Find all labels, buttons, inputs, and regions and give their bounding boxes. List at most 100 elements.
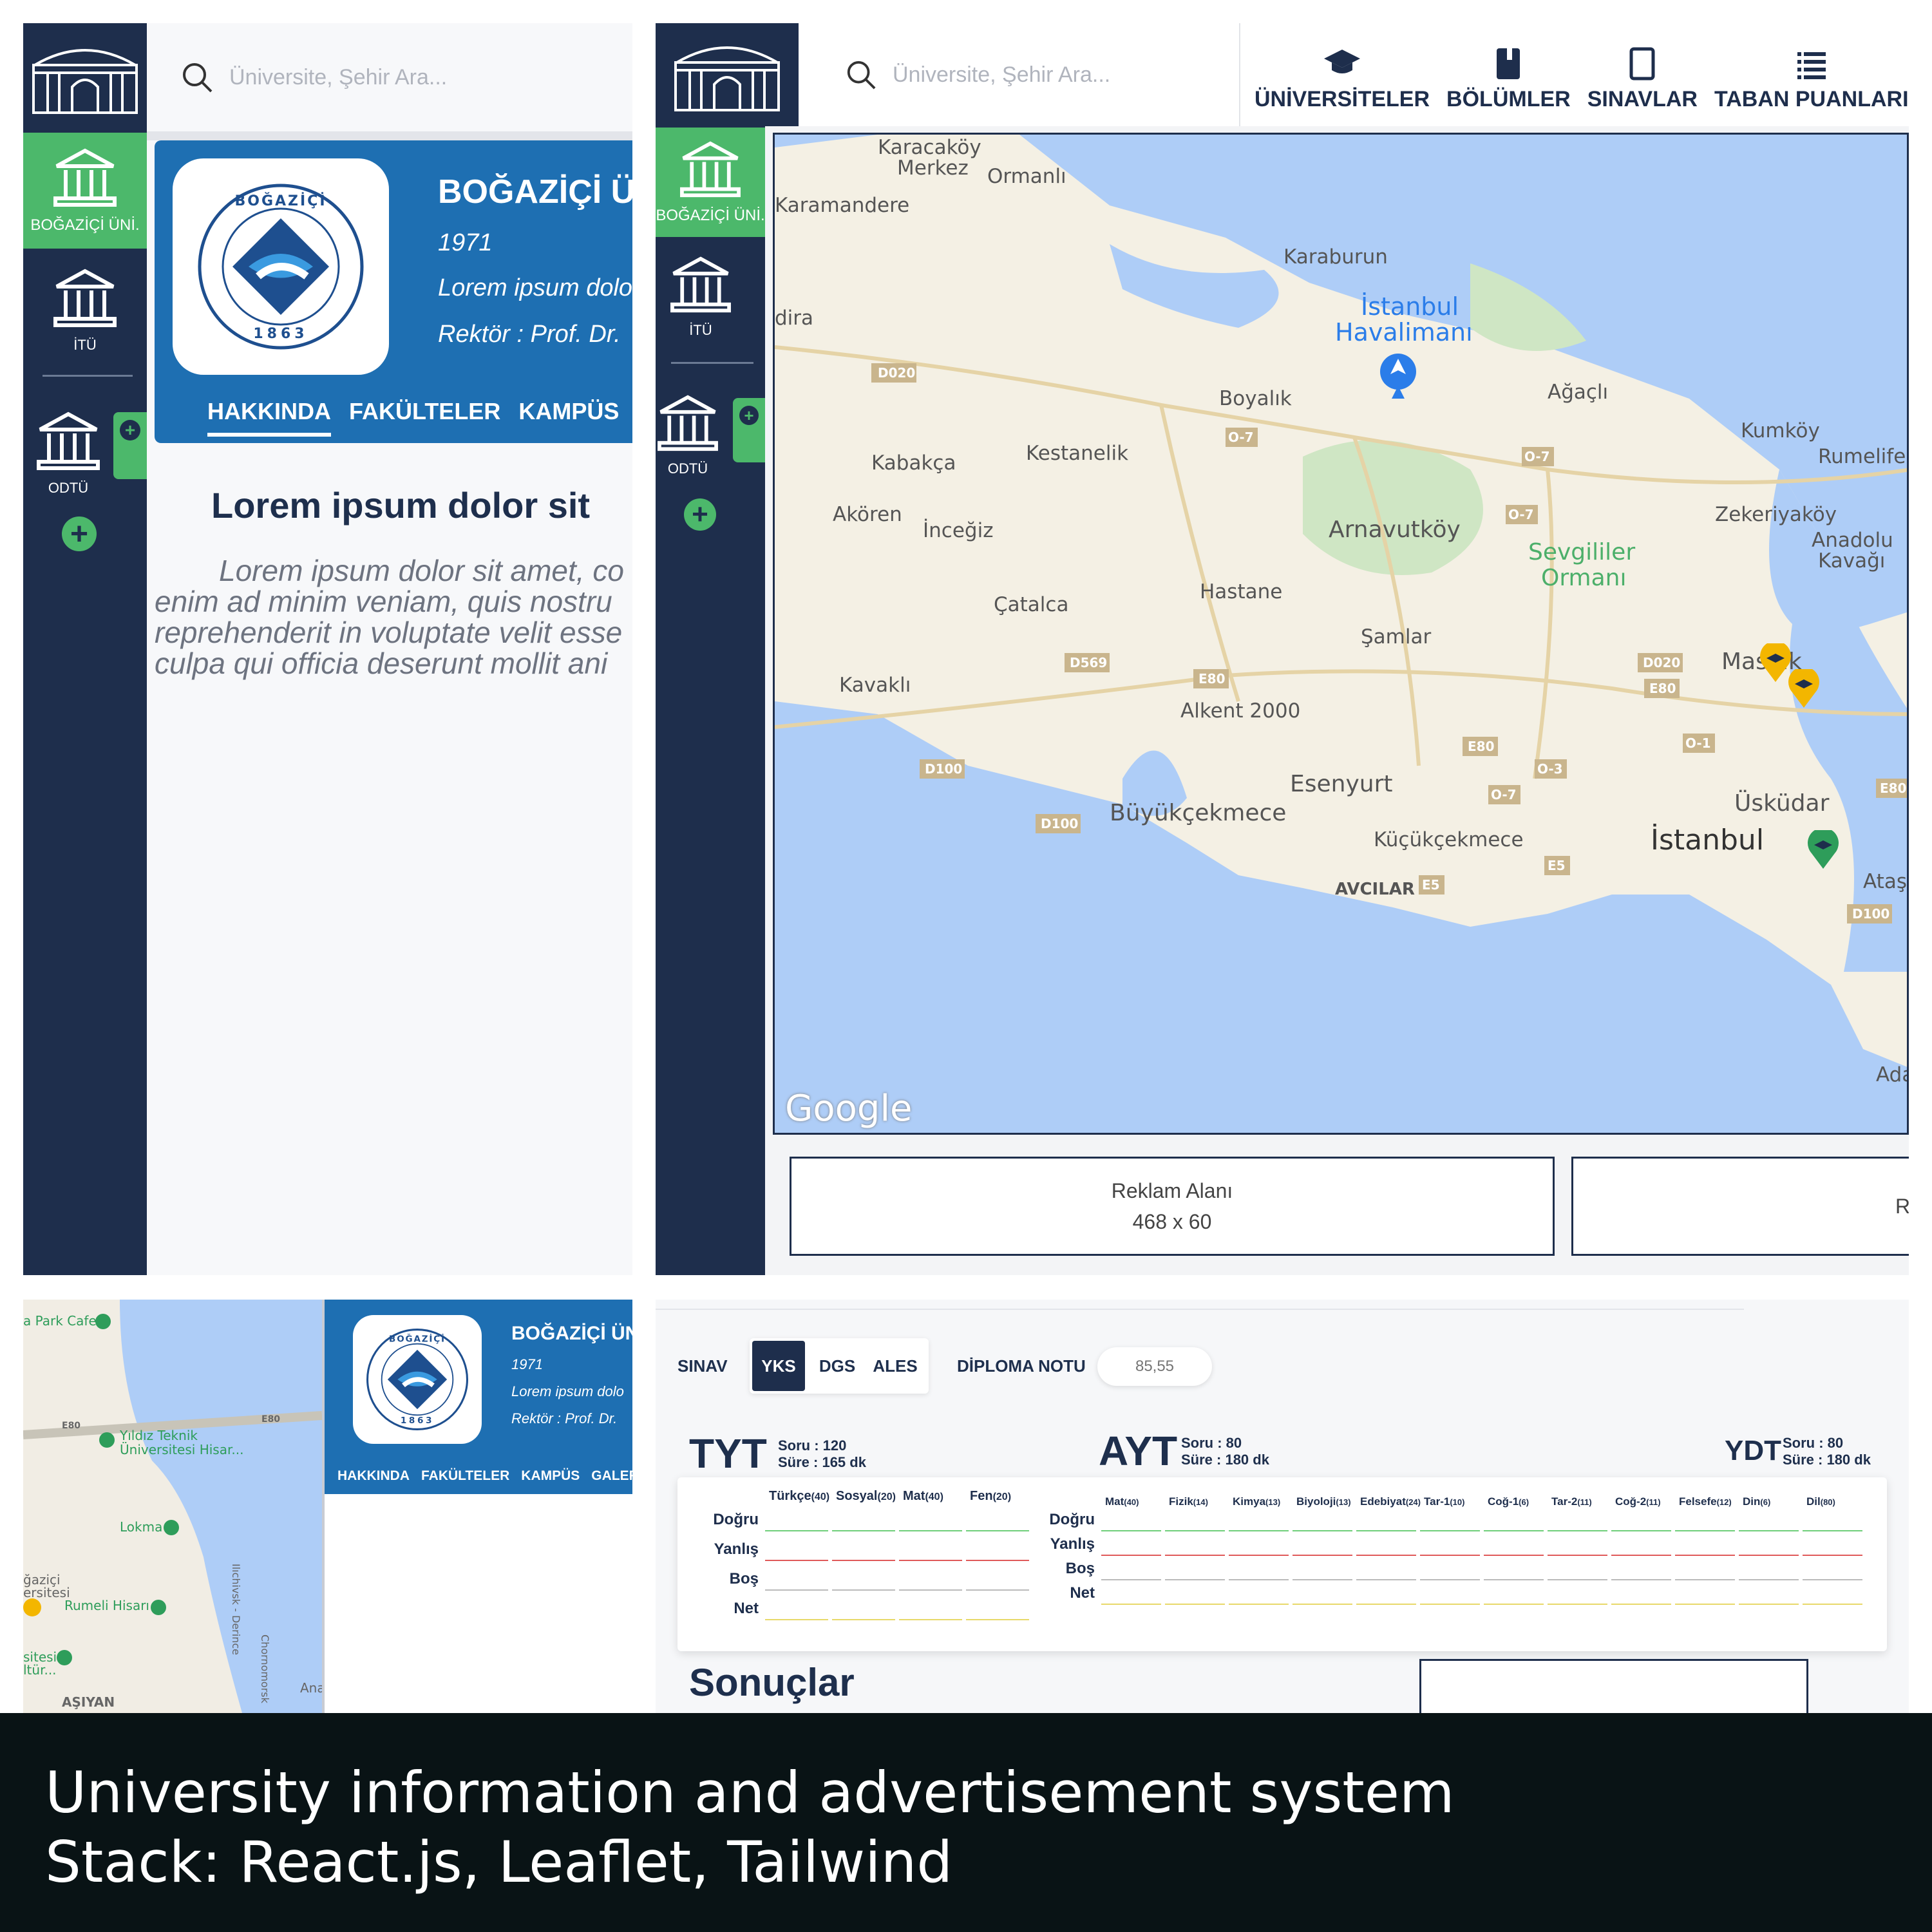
score-input-line xyxy=(1356,1555,1416,1556)
score-input-line xyxy=(1165,1579,1225,1580)
app-logo[interactable] xyxy=(656,23,799,126)
svg-text:İstanbul: İstanbul xyxy=(1651,823,1764,857)
sidebar-item-itu[interactable]: İTÜ xyxy=(23,252,147,368)
svg-text:O-1: O-1 xyxy=(1685,735,1711,751)
ad-slot-1[interactable]: Reklam Alanı 468 x 60 xyxy=(790,1157,1555,1256)
university-building-icon xyxy=(658,395,718,451)
svg-text:a Park Cafe: a Park Cafe xyxy=(23,1313,97,1329)
column-header: Mat(40) xyxy=(903,1489,943,1504)
add-tab[interactable]: + xyxy=(113,412,147,479)
svg-text:O-3: O-3 xyxy=(1537,761,1563,777)
caption-title: University information and advertisement… xyxy=(45,1759,1455,1826)
add-university-button[interactable]: + xyxy=(62,516,97,551)
search-bar[interactable]: Üniversite, Şehir Ara... xyxy=(147,23,632,131)
tab-kampus[interactable]: KAMPÜS xyxy=(521,1468,580,1484)
add-university-button[interactable]: + xyxy=(684,498,716,531)
svg-text:AŞIYAN: AŞIYAN xyxy=(62,1694,115,1710)
column-count: (11) xyxy=(1646,1497,1661,1507)
tyt-meta: Soru : 120 Süre : 165 dk xyxy=(778,1437,866,1470)
plus-icon: + xyxy=(120,420,140,440)
diploma-input[interactable] xyxy=(1097,1347,1212,1386)
search-bar[interactable]: Üniversite, Şehir Ara... xyxy=(799,23,1252,126)
column-name: Fen xyxy=(970,1489,993,1503)
option-yks[interactable]: YKS xyxy=(752,1341,805,1391)
app-logo[interactable] xyxy=(23,23,147,131)
score-input-line xyxy=(899,1530,962,1531)
row-label-0: Doğru xyxy=(1049,1511,1095,1528)
option-dgs[interactable]: DGS xyxy=(805,1356,869,1376)
sidebar-item-odtu[interactable]: ODTÜ xyxy=(23,389,113,518)
tab-fakulteler[interactable]: FAKÜLTELER xyxy=(349,398,500,437)
sidebar-item-label: BOĞAZİÇİ ÜNİ. xyxy=(656,207,765,224)
sidebar: BOĞAZİÇİ ÜNİ. İTÜ ODTÜ + + xyxy=(656,23,799,1275)
score-input-line xyxy=(1739,1530,1799,1531)
score-input-line xyxy=(1611,1530,1671,1531)
university-building-icon xyxy=(53,269,117,327)
score-input-line xyxy=(1356,1579,1416,1580)
score-input-line xyxy=(966,1619,1029,1620)
sidebar-item-odtu[interactable]: ODTÜ xyxy=(656,377,720,493)
score-input-line xyxy=(1803,1579,1862,1580)
sidebar-item-bogazici[interactable]: BOĞAZİÇİ ÜNİ. xyxy=(656,128,765,237)
sidebar-item-itu[interactable]: İTÜ xyxy=(656,242,746,352)
exam-type-selector: YKS DGS ALES xyxy=(750,1338,929,1394)
score-input-line xyxy=(765,1560,828,1561)
column-name: Tar-2 xyxy=(1551,1495,1578,1508)
column-name: Biyoloji xyxy=(1296,1495,1336,1508)
svg-text:E5: E5 xyxy=(1548,858,1566,873)
nav-bolumler[interactable]: BÖLÜMLER xyxy=(1446,47,1571,112)
university-marker[interactable] xyxy=(1787,667,1821,709)
panel-map: BOĞAZİÇİ ÜNİ. İTÜ ODTÜ + + Üniversite, Ş… xyxy=(656,23,1909,1275)
svg-text:Kavağı: Kavağı xyxy=(1818,549,1885,573)
mini-map[interactable]: a Park Cafe Yıldız Teknik Üniversitesi Hi… xyxy=(23,1300,322,1713)
nav-universiteler[interactable]: ÜNİVERSİTELER xyxy=(1255,47,1430,112)
nav-sinavlar[interactable]: SINAVLAR xyxy=(1587,47,1698,112)
results-title: Sonuçlar xyxy=(689,1661,855,1704)
svg-text:Sevgililer: Sevgililer xyxy=(1528,539,1635,565)
graduation-cap-icon xyxy=(1324,50,1361,73)
svg-text:Rumeli Hisarı: Rumeli Hisarı xyxy=(64,1598,149,1613)
column-count: (12) xyxy=(1716,1497,1732,1507)
tab-galeri[interactable]: GALERİ xyxy=(591,1468,632,1484)
svg-text:Üniversitesi Hisar...: Üniversitesi Hisar... xyxy=(120,1442,243,1457)
column-count: (40) xyxy=(811,1492,830,1502)
option-ales[interactable]: ALES xyxy=(869,1356,921,1376)
map-view[interactable]: Karacaköy Merkez Ormanlı Karamandere Kara… xyxy=(773,133,1909,1135)
tab-bar: HAKKINDA FAKÜLTELER KAMPÜS GALERİ xyxy=(337,1468,632,1484)
score-input-line xyxy=(1611,1555,1671,1556)
search-input[interactable]: Üniversite, Şehir Ara... xyxy=(229,65,447,90)
column-header: Kimya(13) xyxy=(1233,1495,1280,1508)
score-input-line xyxy=(1293,1530,1352,1531)
tab-hakkinda[interactable]: HAKKINDA xyxy=(337,1468,410,1484)
score-input-line xyxy=(1548,1579,1607,1580)
university-logo: BOĞAZİÇİ 1863 xyxy=(353,1315,482,1444)
panel-exam-calculator: SINAV YKS DGS ALES DİPLOMA NOTU TYT Soru… xyxy=(656,1300,1909,1713)
sidebar-item-label: BOĞAZİÇİ ÜNİ. xyxy=(30,216,140,234)
svg-text:Rumelifer: Rumelifer xyxy=(1818,445,1909,468)
nav-taban-puanlari[interactable]: TABAN PUANLARI xyxy=(1714,50,1909,112)
university-marker[interactable] xyxy=(1806,828,1840,870)
add-tab[interactable]: + xyxy=(733,398,765,462)
svg-text:E80: E80 xyxy=(62,1421,80,1431)
sinav-label: SINAV xyxy=(677,1356,728,1376)
ad-slot-2[interactable]: Re xyxy=(1571,1157,1909,1256)
score-input-line xyxy=(1356,1604,1416,1605)
column-count: (11) xyxy=(1577,1497,1592,1507)
search-input[interactable]: Üniversite, Şehir Ara... xyxy=(893,62,1110,88)
tab-kampus[interactable]: KAMPÜS xyxy=(518,398,619,437)
caption-stack: Stack: React.js, Leaflet, Tailwind xyxy=(45,1829,953,1895)
tab-hakkinda[interactable]: HAKKINDA xyxy=(207,398,331,437)
score-input-line xyxy=(1484,1579,1544,1580)
sidebar-item-bogazici[interactable]: BOĞAZİÇİ ÜNİ. xyxy=(23,133,147,249)
search-icon xyxy=(183,63,213,93)
tab-fakulteler[interactable]: FAKÜLTELER xyxy=(421,1468,509,1484)
svg-text:Kestanelik: Kestanelik xyxy=(1026,442,1128,465)
score-input-line xyxy=(1484,1530,1544,1531)
top-navigation: ÜNİVERSİTELER BÖLÜMLER SINAVLAR TABAN PU… xyxy=(1255,41,1909,112)
map-attribution: Google xyxy=(785,1088,913,1130)
svg-text:1863: 1863 xyxy=(401,1416,434,1426)
score-input-line xyxy=(1548,1555,1607,1556)
divider xyxy=(43,375,133,377)
svg-text:Ada: Ada xyxy=(1876,1063,1909,1086)
svg-text:D100: D100 xyxy=(1852,906,1889,922)
